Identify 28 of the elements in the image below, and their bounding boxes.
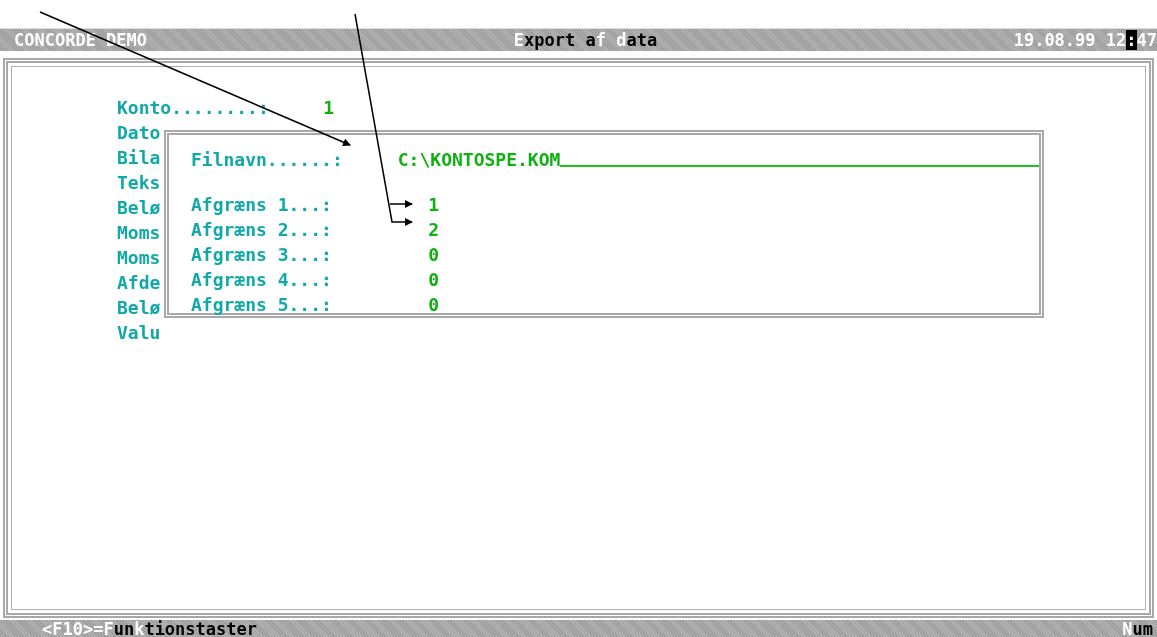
field-label: Belø xyxy=(117,197,162,218)
field-label: Afgræns 1...: xyxy=(191,194,333,215)
function-key-hint: <F10>=Funktionstaster xyxy=(42,618,257,637)
field-label: Afde xyxy=(117,272,162,293)
field-label: Moms xyxy=(117,247,162,268)
field-label: Afgræns 5...: xyxy=(191,294,333,315)
clock: 19.08.99 12:47 xyxy=(1013,30,1157,50)
field-label: Valu xyxy=(117,322,162,343)
field-value[interactable]: 0 xyxy=(399,244,439,265)
filename-field[interactable]: C:\KONTOSPE.KOM xyxy=(397,149,1039,170)
field-label: Filnavn......: xyxy=(191,149,344,170)
field-label: Teks xyxy=(117,172,162,193)
app-name: CONCORDE DEMO xyxy=(14,30,148,50)
field-value[interactable]: 1 xyxy=(399,194,439,215)
field-label: Belø xyxy=(117,297,162,318)
field-label: Afgræns 3...: xyxy=(191,244,333,265)
window-title: Export af data xyxy=(513,30,658,50)
field-label: Bila xyxy=(117,147,162,168)
field-label: Moms xyxy=(117,222,162,243)
field-label: Dato xyxy=(117,122,162,143)
field-value[interactable]: 2 xyxy=(399,219,439,240)
field-label: Konto........: xyxy=(117,97,270,118)
field-value[interactable]: 0 xyxy=(399,294,439,315)
field-value: 1 xyxy=(322,97,334,118)
field-label: Afgræns 4...: xyxy=(191,269,333,290)
num-lock-indicator: Num xyxy=(1122,618,1153,637)
field-value[interactable]: 0 xyxy=(399,269,439,290)
field-label: Afgræns 2...: xyxy=(191,219,333,240)
